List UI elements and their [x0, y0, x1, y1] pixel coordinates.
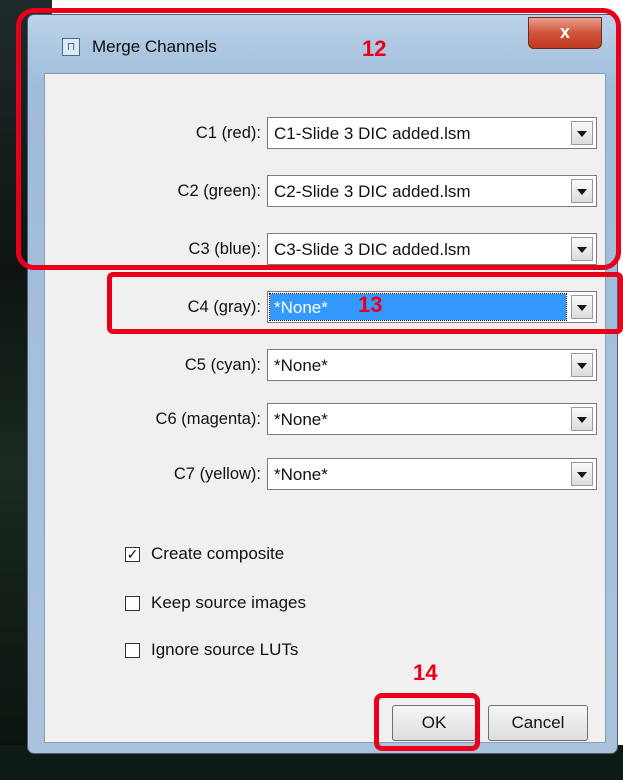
channel-select-c6[interactable]: *None*	[267, 403, 597, 435]
channel-label-c5: C5 (cyan):	[184, 356, 261, 374]
cancel-button[interactable]: Cancel	[488, 705, 588, 741]
channel-value-c7: *None*	[274, 465, 328, 484]
ignore-source-luts-label[interactable]: Ignore source LUTs	[151, 640, 298, 660]
channel-value-c6: *None*	[274, 410, 328, 429]
create-composite-label[interactable]: Create composite	[151, 544, 284, 564]
keep-source-images-label[interactable]: Keep source images	[151, 593, 306, 613]
chevron-down-icon[interactable]	[571, 353, 593, 377]
chevron-down-icon[interactable]	[571, 407, 593, 431]
keep-source-images-checkbox[interactable]	[125, 596, 140, 611]
channel-label-c7: C7 (yellow):	[173, 465, 261, 483]
create-composite-checkbox[interactable]: ✓	[125, 547, 140, 562]
channel-value-c5: *None*	[274, 356, 328, 375]
annotation-number-13: 13	[358, 292, 383, 317]
channel-select-c7[interactable]: *None*	[267, 458, 597, 490]
annotation-box-14	[374, 693, 480, 751]
annotation-box-12	[16, 8, 621, 270]
annotation-number-12: 12	[362, 36, 387, 61]
channel-row-c7: C7 (yellow): *None*	[45, 458, 607, 492]
channel-row-c5: C5 (cyan): *None*	[45, 349, 607, 383]
channel-row-c6: C6 (magenta): *None*	[45, 403, 607, 437]
channel-label-c6: C6 (magenta):	[155, 410, 261, 428]
ignore-source-luts-checkbox[interactable]	[125, 643, 140, 658]
chevron-down-icon[interactable]	[571, 462, 593, 486]
channel-select-c5[interactable]: *None*	[267, 349, 597, 381]
annotation-number-14: 14	[413, 660, 438, 685]
